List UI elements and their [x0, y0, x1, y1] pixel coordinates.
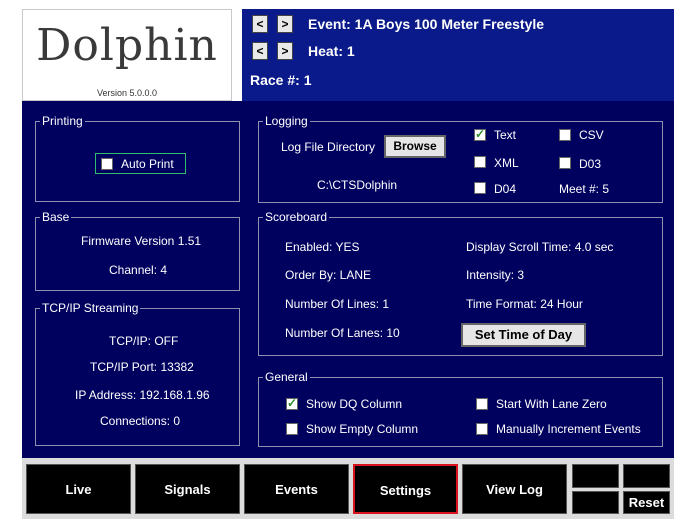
- ip-address: IP Address: 192.168.1.96: [75, 388, 210, 402]
- meet-number-label: Meet #: 5: [559, 182, 610, 196]
- scoreboard-number-of-lanes: Number Of Lanes: 10: [285, 326, 400, 340]
- event-header: < > Event: 1A Boys 100 Meter Freestyle <…: [242, 9, 674, 101]
- event-label: Event: 1A Boys 100 Meter Freestyle: [308, 16, 545, 32]
- blank-button-3[interactable]: [572, 491, 619, 514]
- text-checkbox[interactable]: [474, 127, 486, 141]
- manual-increment-checkbox[interactable]: [476, 423, 488, 435]
- next-event-button[interactable]: >: [277, 15, 293, 33]
- scoreboard-number-of-lines: Number Of Lines: 1: [285, 297, 390, 311]
- d04-checkbox[interactable]: [474, 182, 486, 194]
- scoreboard-scroll-time: Display Scroll Time: 4.0 sec: [466, 240, 614, 254]
- channel-label: Channel: 4: [109, 263, 168, 277]
- tcpip-legend: TCP/IP Streaming: [42, 301, 139, 315]
- scoreboard-legend: Scoreboard: [265, 210, 328, 224]
- tcpip-status: TCP/IP: OFF: [109, 334, 179, 348]
- version-label: Version 5.0.0.0: [96, 88, 158, 98]
- show-dq-label: Show DQ Column: [306, 397, 403, 411]
- bottom-nav: Live Signals Events Settings View Log Re…: [22, 458, 674, 520]
- race-label: Race #: 1: [250, 72, 312, 88]
- connections-count: Connections: 0: [100, 414, 181, 428]
- tab-settings[interactable]: Settings: [353, 464, 458, 514]
- log-directory-path: C:\CTSDolphin: [317, 178, 398, 192]
- reset-button[interactable]: Reset: [623, 491, 670, 514]
- csv-label: CSV: [579, 128, 604, 142]
- scoreboard-order-by: Order By: LANE: [285, 268, 372, 282]
- csv-checkbox[interactable]: [559, 129, 571, 141]
- auto-print-label: Auto Print: [121, 157, 174, 171]
- prev-heat-button[interactable]: <: [252, 42, 268, 60]
- blank-button-1[interactable]: [572, 464, 619, 488]
- lane-zero-checkbox[interactable]: [476, 398, 488, 410]
- printing-legend: Printing: [42, 114, 83, 128]
- lane-zero-label: Start With Lane Zero: [496, 397, 607, 411]
- manual-increment-label: Manually Increment Events: [496, 422, 641, 436]
- d04-label: D04: [494, 182, 517, 196]
- log-directory-label: Log File Directory: [281, 140, 376, 154]
- tab-view-log[interactable]: View Log: [462, 464, 567, 514]
- blank-button-2[interactable]: [623, 464, 670, 488]
- browse-button[interactable]: Browse: [384, 135, 446, 158]
- base-group: Base: [35, 210, 240, 291]
- next-heat-button[interactable]: >: [277, 42, 293, 60]
- caption-strip: [0, 519, 700, 525]
- firmware-version: Firmware Version 1.51: [81, 234, 202, 248]
- scoreboard-intensity: Intensity: 3: [466, 268, 525, 282]
- general-legend: General: [265, 370, 308, 384]
- settings-panel: Printing Auto Print Logging Log File Dir…: [22, 101, 674, 458]
- scoreboard-enabled: Enabled: YES: [285, 240, 360, 254]
- xml-label: XML: [494, 156, 519, 170]
- text-label: Text: [494, 128, 517, 142]
- d03-label: D03: [579, 157, 602, 171]
- logging-legend: Logging: [265, 114, 308, 128]
- xml-checkbox[interactable]: [474, 156, 486, 168]
- auto-print-box[interactable]: [101, 158, 113, 170]
- heat-label: Heat: 1: [308, 43, 355, 59]
- show-empty-checkbox[interactable]: [286, 423, 298, 435]
- tab-live[interactable]: Live: [26, 464, 131, 514]
- prev-event-button[interactable]: <: [252, 15, 268, 33]
- show-empty-label: Show Empty Column: [306, 422, 419, 436]
- tab-events[interactable]: Events: [244, 464, 349, 514]
- tcpip-port: TCP/IP Port: 13382: [90, 360, 194, 374]
- base-legend: Base: [42, 210, 70, 224]
- app-logo: Dolphin Version 5.0.0.0: [22, 9, 232, 101]
- logo-wordmark: Dolphin: [36, 20, 218, 71]
- scoreboard-time-format: Time Format: 24 Hour: [466, 297, 583, 311]
- show-dq-checkbox[interactable]: [286, 396, 298, 410]
- tab-signals[interactable]: Signals: [135, 464, 240, 514]
- set-time-of-day-button[interactable]: Set Time of Day: [461, 323, 586, 347]
- d03-checkbox[interactable]: [559, 157, 571, 169]
